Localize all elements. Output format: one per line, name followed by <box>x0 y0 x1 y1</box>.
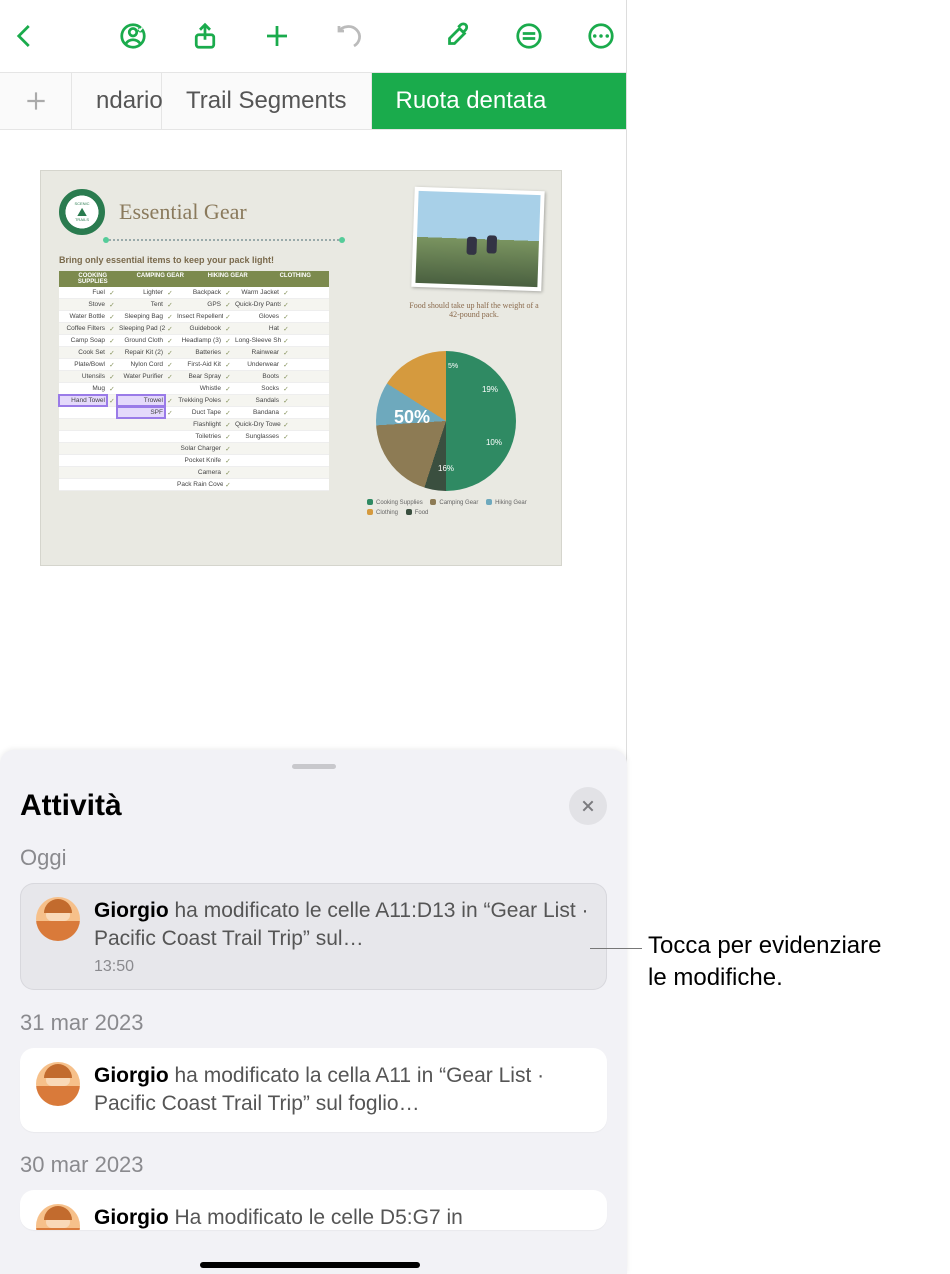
add-sheet-button[interactable] <box>0 73 72 129</box>
table-row: Fuel✓Lighter✓Backpack✓Warm Jacket✓ <box>59 287 329 299</box>
table-row: Mug✓Whistle✓Socks✓ <box>59 383 329 395</box>
pack-weight-chart: 50% 5% 19% 10% 16% Cooking Supplies Camp… <box>361 351 531 518</box>
table-row: Flashlight✓Quick-Dry Towel✓ <box>59 419 329 431</box>
activity-date-label: 30 mar 2023 <box>20 1152 607 1178</box>
trails-badge-icon: SCENIC ⛰ TRAILS <box>59 189 105 235</box>
activity-item[interactable]: Giorgio Ha modificato le celle D5:G7 in <box>20 1190 607 1230</box>
close-activity-button[interactable] <box>569 787 607 825</box>
gear-table: COOKING SUPPLIES CAMPING GEAR HIKING GEA… <box>59 271 329 491</box>
activity-text: Giorgio Ha modificato le celle D5:G7 in <box>94 1204 463 1230</box>
format-brush-icon[interactable] <box>440 19 474 53</box>
table-row: Plate/Bowl✓Nylon Cord✓First-Aid Kit✓Unde… <box>59 359 329 371</box>
tab-trail-segments[interactable]: Trail Segments <box>162 73 372 129</box>
activity-date-label: 31 mar 2023 <box>20 1010 607 1036</box>
sheet-grabber[interactable] <box>292 764 336 769</box>
table-row: Stove✓Tent✓GPS✓Quick-Dry Pants✓ <box>59 299 329 311</box>
activity-date-label: Oggi <box>20 845 607 871</box>
avatar <box>36 897 80 941</box>
activity-title: Attività <box>20 789 122 823</box>
activity-item[interactable]: Giorgio ha modificato le celle A11:D13 i… <box>20 883 607 990</box>
avatar <box>36 1062 80 1106</box>
table-row: Cook Set✓Repair Kit (2)✓Batteries✓Rainwe… <box>59 347 329 359</box>
toolbar <box>0 0 626 72</box>
table-row: Camera✓ <box>59 467 329 479</box>
activity-text: Giorgio ha modificato le celle A11:D13 i… <box>94 897 591 954</box>
activity-item[interactable]: Giorgio ha modificato la cella A11 in “G… <box>20 1048 607 1133</box>
table-row: Utensils✓Water Purifier✓Bear Spray✓Boots… <box>59 371 329 383</box>
collaborate-icon[interactable] <box>116 19 150 53</box>
table-row: Pack Rain Cover✓ <box>59 479 329 491</box>
table-row: Toiletries✓Sunglasses✓ <box>59 431 329 443</box>
tab-ruota-dentata[interactable]: Ruota dentata <box>372 73 627 129</box>
table-row: Coffee Filters✓Sleeping Pad (2)✓Guideboo… <box>59 323 329 335</box>
table-row: Water Bottle✓Sleeping Bag✓Insect Repelle… <box>59 311 329 323</box>
hiking-photo <box>411 187 544 291</box>
sheet-tabs: ndario Trail Segments Ruota dentata <box>0 72 626 130</box>
table-row: SPF✓Duct Tape✓Bandana✓ <box>59 407 329 419</box>
tab-calendario[interactable]: ndario <box>72 73 162 129</box>
share-icon[interactable] <box>188 19 222 53</box>
table-row: Camp Soap✓Ground Cloth✓Headlamp (3)✓Long… <box>59 335 329 347</box>
photo-caption: Food should take up half the weight of a… <box>409 301 539 319</box>
activity-panel: Attività Oggi Giorgio ha modificato le ce… <box>0 750 627 1274</box>
table-row: Pocket Knife✓ <box>59 455 329 467</box>
spreadsheet-preview: SCENIC ⛰ TRAILS Essential Gear Bring onl… <box>40 170 562 566</box>
spreadsheet-app: ndario Trail Segments Ruota dentata SCEN… <box>0 0 627 1274</box>
activity-time: 13:50 <box>94 958 591 976</box>
sheet-title: Essential Gear <box>119 199 247 225</box>
avatar <box>36 1204 80 1230</box>
insert-icon[interactable] <box>260 19 294 53</box>
more-icon[interactable] <box>584 19 618 53</box>
annotation-callout: Tocca per evidenziare le modifiche. <box>648 930 881 995</box>
table-row: Hand Towel✓Trowel✓Trekking Poles✓Sandals… <box>59 395 329 407</box>
chart-legend: Cooking Supplies Camping Gear Hiking Gea… <box>361 499 531 518</box>
back-icon[interactable] <box>8 19 42 53</box>
activity-text: Giorgio ha modificato la cella A11 in “G… <box>94 1062 591 1119</box>
table-row: Solar Charger✓ <box>59 443 329 455</box>
settings-menu-icon[interactable] <box>512 19 546 53</box>
undo-icon <box>332 19 366 53</box>
home-indicator <box>200 1262 420 1268</box>
